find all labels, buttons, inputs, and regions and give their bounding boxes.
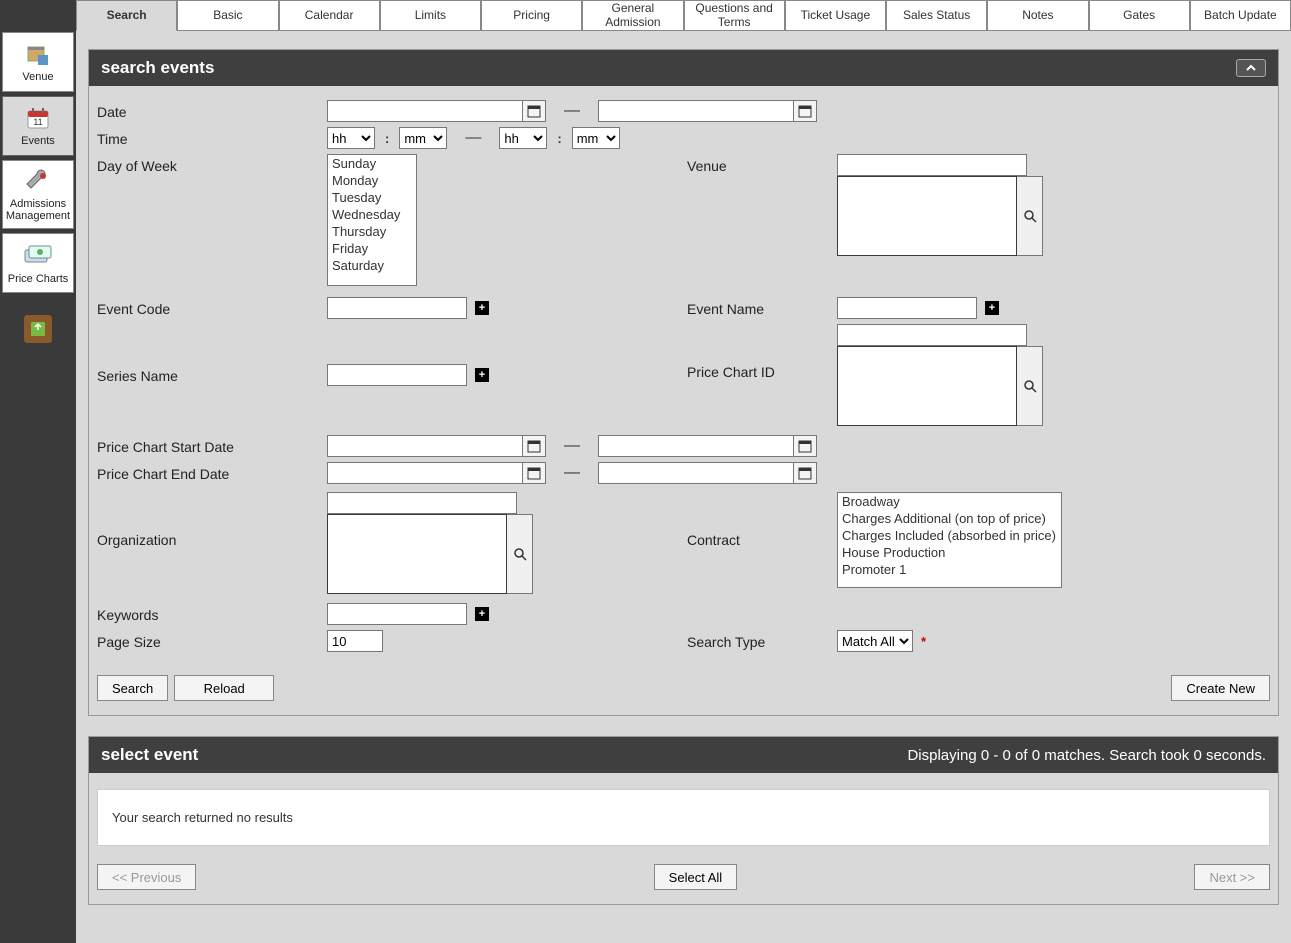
tab-calendar[interactable]: Calendar (279, 0, 380, 30)
required-asterisk: * (921, 634, 926, 649)
org-label: Organization (97, 492, 327, 548)
time-label: Time (97, 127, 327, 147)
search-icon[interactable] (1017, 176, 1043, 256)
time-from-mm-select[interactable]: mm (399, 127, 447, 149)
tab-limits[interactable]: Limits (380, 0, 481, 30)
dow-label: Day of Week (97, 154, 327, 174)
sidebar-item-admissions[interactable]: Admissions Management (2, 160, 74, 229)
sidebar-label: Venue (22, 71, 53, 83)
time-from-hh-select[interactable]: hh (327, 127, 375, 149)
tab-general-admission[interactable]: General Admission (582, 0, 683, 30)
time-to-hh-select[interactable]: hh (499, 127, 547, 149)
event-name-label: Event Name (687, 297, 837, 317)
pc-end-from-input[interactable] (327, 462, 522, 484)
pc-end-to-input[interactable] (598, 462, 793, 484)
series-name-input[interactable] (327, 364, 467, 386)
calendar-picker-icon[interactable] (522, 435, 546, 457)
tabstrip: Search Basic Calendar Limits Pricing Gen… (76, 0, 1291, 31)
org-search-list[interactable] (327, 514, 507, 594)
exit-icon[interactable] (24, 315, 52, 343)
keywords-input[interactable] (327, 603, 467, 625)
sidebar-label: Events (21, 135, 55, 147)
pc-start-to-input[interactable] (598, 435, 793, 457)
tab-pricing[interactable]: Pricing (481, 0, 582, 30)
sidebar-label: Price Charts (8, 273, 69, 285)
tab-gates[interactable]: Gates (1089, 0, 1190, 30)
venue-label: Venue (687, 154, 837, 174)
contract-list[interactable]: Broadway Charges Additional (on top of p… (837, 492, 1062, 588)
panel-header: search events (89, 50, 1278, 86)
price-chart-search-list[interactable] (837, 346, 1017, 426)
tab-basic[interactable]: Basic (177, 0, 278, 30)
calendar-picker-icon[interactable] (522, 100, 546, 122)
calendar-icon: 11 (24, 104, 52, 132)
venue-search-input[interactable] (837, 154, 1027, 176)
tab-ticket-usage[interactable]: Ticket Usage (785, 0, 886, 30)
range-dash: — (564, 102, 580, 120)
sidebar-item-pricecharts[interactable]: Price Charts (2, 233, 74, 293)
page-size-label: Page Size (97, 630, 327, 650)
day-of-week-list[interactable]: Sunday Monday Tuesday Wednesday Thursday… (327, 154, 417, 286)
search-events-panel: search events Date — (88, 49, 1279, 716)
pc-end-label: Price Chart End Date (97, 462, 327, 482)
create-new-button[interactable]: Create New (1171, 675, 1270, 701)
reload-button[interactable]: Reload (174, 675, 274, 701)
search-icon[interactable] (507, 514, 533, 594)
event-code-input[interactable] (327, 297, 467, 319)
search-type-select[interactable]: Match All (837, 630, 913, 652)
plus-icon[interactable]: + (475, 368, 489, 382)
range-dash: — (465, 129, 481, 147)
panel-header: select event Displaying 0 - 0 of 0 match… (89, 737, 1278, 773)
keywords-label: Keywords (97, 603, 327, 623)
tab-batch-update[interactable]: Batch Update (1190, 0, 1291, 30)
date-from-input[interactable] (327, 100, 522, 122)
tab-sales-status[interactable]: Sales Status (886, 0, 987, 30)
money-icon (24, 242, 52, 270)
wrench-icon (24, 167, 52, 195)
time-to-mm-select[interactable]: mm (572, 127, 620, 149)
pc-start-from-input[interactable] (327, 435, 522, 457)
event-code-label: Event Code (97, 297, 327, 317)
contract-label: Contract (687, 492, 837, 548)
sidebar: Venue 11 Events Admissions Management Pr… (0, 0, 76, 943)
svg-text:11: 11 (33, 117, 42, 127)
calendar-picker-icon[interactable] (793, 435, 817, 457)
tab-search[interactable]: Search (76, 0, 177, 31)
calendar-picker-icon[interactable] (793, 100, 817, 122)
date-label: Date (97, 100, 327, 120)
plus-icon[interactable]: + (475, 607, 489, 621)
tab-notes[interactable]: Notes (987, 0, 1088, 30)
calendar-picker-icon[interactable] (522, 462, 546, 484)
org-search-input[interactable] (327, 492, 517, 514)
pc-start-label: Price Chart Start Date (97, 435, 327, 455)
date-to-input[interactable] (598, 100, 793, 122)
event-name-input[interactable] (837, 297, 977, 319)
previous-button[interactable]: << Previous (97, 864, 196, 890)
page-size-input[interactable] (327, 630, 383, 652)
price-chart-search-input[interactable] (837, 324, 1027, 346)
results-status: Displaying 0 - 0 of 0 matches. Search to… (907, 747, 1266, 764)
plus-icon[interactable]: + (985, 301, 999, 315)
search-type-label: Search Type (687, 630, 837, 650)
price-chart-id-label: Price Chart ID (687, 324, 837, 380)
search-button[interactable]: Search (97, 675, 168, 701)
sidebar-label: Admissions Management (5, 198, 71, 222)
series-label: Series Name (97, 364, 327, 384)
next-button[interactable]: Next >> (1194, 864, 1270, 890)
plus-icon[interactable]: + (475, 301, 489, 315)
calendar-picker-icon[interactable] (793, 462, 817, 484)
sidebar-item-events[interactable]: 11 Events (2, 96, 74, 156)
panel-title: search events (101, 58, 214, 78)
select-all-button[interactable]: Select All (654, 864, 737, 890)
tab-questions-terms[interactable]: Questions and Terms (684, 0, 785, 30)
panel-title: select event (101, 745, 198, 765)
sidebar-item-venue[interactable]: Venue (2, 32, 74, 92)
venue-icon (24, 40, 52, 68)
venue-search-list[interactable] (837, 176, 1017, 256)
select-event-panel: select event Displaying 0 - 0 of 0 match… (88, 736, 1279, 905)
collapse-icon[interactable] (1236, 59, 1266, 77)
no-results-message: Your search returned no results (97, 789, 1270, 846)
search-icon[interactable] (1017, 346, 1043, 426)
